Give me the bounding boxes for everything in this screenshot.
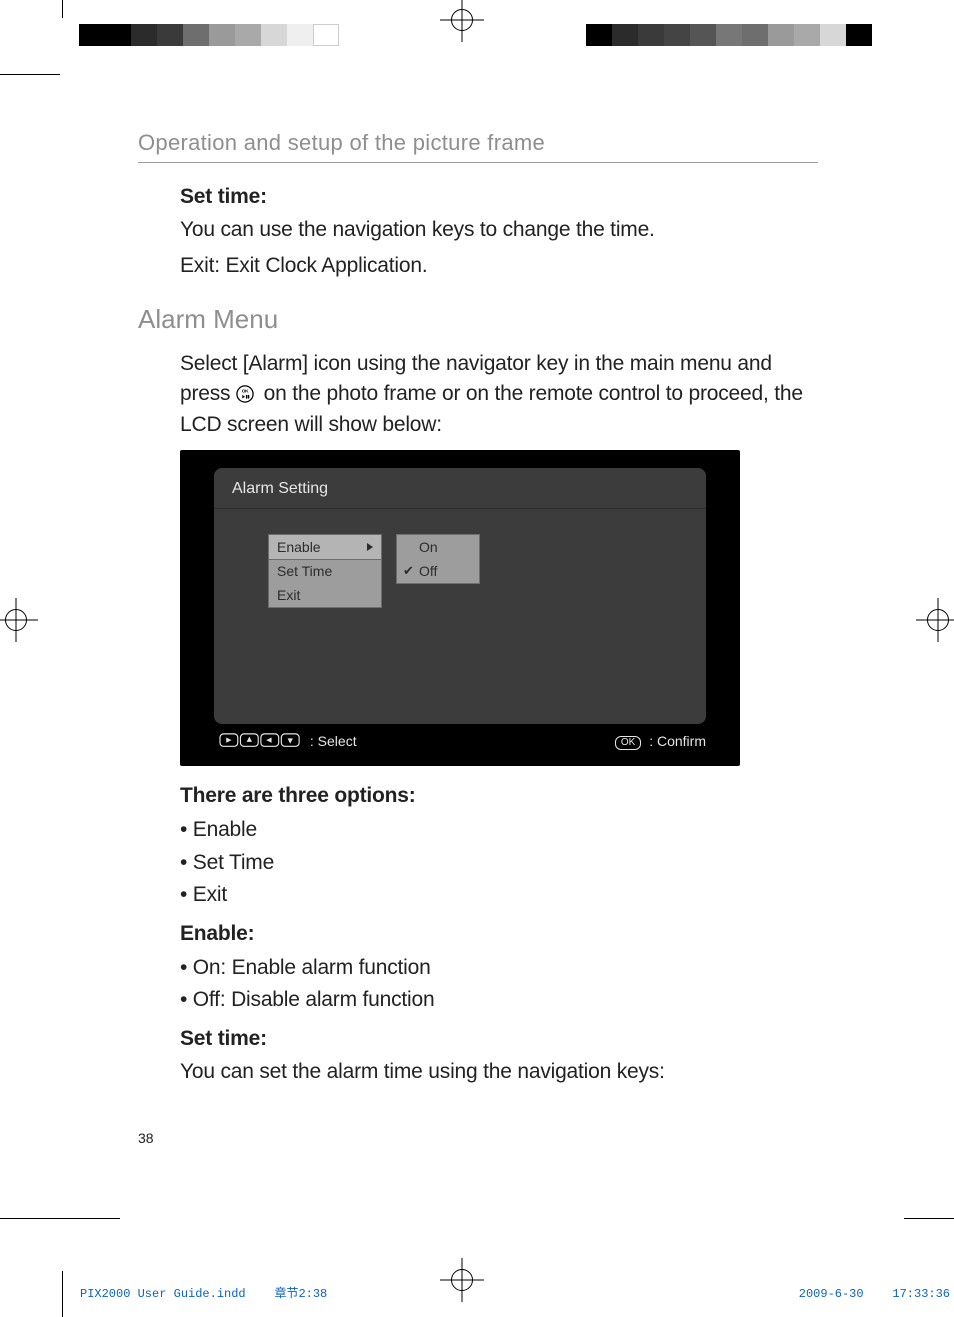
lcd-footer-right: OK : Confirm [615,733,706,750]
color-bar-right [586,24,872,46]
lcd-menu-item-exit[interactable]: Exit [269,583,381,607]
crosshair-right-icon [916,598,954,642]
set-time-line1: You can use the navigation keys to chang… [180,215,818,245]
lcd-option-off[interactable]: ✔ Off [397,559,479,583]
page-content: Operation and setup of the picture frame… [138,130,818,1093]
ok-key-icon: OK [615,736,641,750]
color-bar-left [79,24,339,46]
crosshair-bottom-icon [440,1258,484,1302]
trim-rule [62,0,63,18]
intro-post: on the photo frame or on the remote cont… [180,382,803,435]
trim-rule [904,1218,954,1219]
set-time2-text: You can set the alarm time using the nav… [180,1057,818,1087]
slug-right: 2009-6-30 17:33:36 [799,1287,950,1301]
lcd-menu-label: Enable [277,539,321,555]
lcd-menu-item-settime[interactable]: Set Time [269,559,381,583]
options-list: Enable Set Time Exit [180,814,818,912]
slug-date: 2009-6-30 [799,1287,864,1301]
lcd-title: Alarm Setting [214,468,706,509]
slug-section: 章节2:38 [274,1287,327,1301]
lcd-option-label: Off [419,563,437,579]
lcd-screenshot: Alarm Setting Enable Set Time Exit On [180,450,740,766]
lcd-confirm-label: : Confirm [649,733,706,749]
lcd-option-list: On ✔ Off [396,534,480,584]
crosshair-left-icon [0,598,38,642]
enable-heading: Enable: [180,922,818,946]
list-item: Set Time [180,847,818,880]
alarm-intro-paragraph: Select [Alarm] icon using the navigator … [180,349,818,440]
section-title-alarm-menu: Alarm Menu [138,304,818,335]
lcd-select-label: : Select [310,733,357,749]
running-head: Operation and setup of the picture frame [138,130,818,163]
lcd-option-label: On [419,539,438,555]
lcd-footer: : Select OK : Confirm [214,730,706,752]
lcd-menu-list: Enable Set Time Exit [268,534,382,608]
svg-text:OK: OK [242,389,249,394]
ok-play-icon: OK [236,382,254,400]
list-item: Enable [180,814,818,847]
lcd-menu-label: Exit [277,587,300,603]
slug-file: PIX2000 User Guide.indd [80,1287,246,1301]
list-item: On: Enable alarm function [180,952,818,985]
page-number: 38 [138,1130,154,1146]
trim-rule [62,1271,63,1317]
check-icon: ✔ [403,562,414,580]
set-time2-heading: Set time: [180,1027,818,1051]
list-item: Off: Disable alarm function [180,984,818,1017]
set-time-line2: Exit: Exit Clock Application. [180,251,818,281]
slug-time: 17:33:36 [892,1287,950,1301]
enable-list: On: Enable alarm function Off: Disable a… [180,952,818,1017]
chevron-right-icon [367,543,373,551]
lcd-option-on[interactable]: On [397,535,479,559]
lcd-menu-label: Set Time [277,563,332,579]
crosshair-top-icon [440,0,484,42]
lcd-panel: Alarm Setting Enable Set Time Exit On [214,468,706,724]
lcd-menu-item-enable[interactable]: Enable [268,534,382,560]
trim-rule [0,1218,120,1219]
lcd-footer-left: : Select [214,733,357,749]
list-item: Exit [180,879,818,912]
options-heading: There are three options: [180,784,818,808]
set-time-heading: Set time: [180,185,818,209]
slug-left: PIX2000 User Guide.indd 章节2:38 [80,1284,327,1301]
trim-rule [0,74,60,75]
